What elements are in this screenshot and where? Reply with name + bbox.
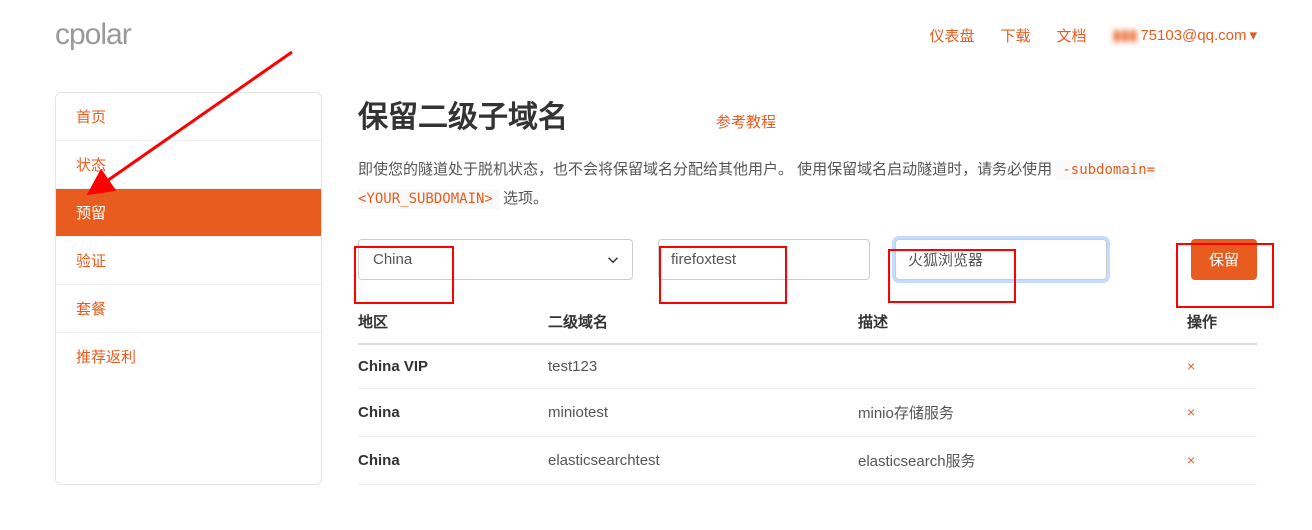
reserve-form: China 保留 — [358, 239, 1257, 280]
cell-subdomain: miniotest — [548, 389, 858, 437]
table-row: China miniotest minio存储服务 × — [358, 389, 1257, 437]
sidebar-item-status[interactable]: 状态 — [56, 141, 321, 189]
table-row: China VIP test123 × — [358, 344, 1257, 389]
logo: cpolar — [55, 18, 131, 52]
th-region: 地区 — [358, 300, 548, 344]
reserved-table: 地区 二级域名 描述 操作 China VIP test123 × China … — [358, 300, 1257, 485]
cell-subdomain: test123 — [548, 344, 858, 389]
delete-button[interactable]: × — [1187, 404, 1195, 420]
nav-download[interactable]: 下载 — [1001, 25, 1031, 46]
description: 即使您的隧道处于脱机状态，也不会将保留域名分配给其他用户。 使用保留域名启动隧道… — [358, 156, 1257, 213]
tutorial-link[interactable]: 参考教程 — [716, 111, 776, 132]
cell-desc: elasticsearch服务 — [858, 437, 1187, 485]
sidebar-item-verify[interactable]: 验证 — [56, 237, 321, 285]
delete-button[interactable]: × — [1187, 452, 1195, 468]
sidebar-item-reserved[interactable]: 预留 — [56, 189, 321, 237]
cell-subdomain: elasticsearchtest — [548, 437, 858, 485]
page-title: 保留二级子域名 — [358, 92, 568, 136]
user-email-obscured: ▮▮▮ — [1113, 26, 1138, 44]
header: cpolar 仪表盘 下载 文档 ▮▮▮75103@qq.com ▾ — [0, 0, 1312, 64]
th-desc: 描述 — [858, 300, 1187, 344]
sidebar-item-plan[interactable]: 套餐 — [56, 285, 321, 333]
th-op: 操作 — [1187, 300, 1257, 344]
region-select[interactable]: China — [358, 239, 633, 280]
sidebar-item-home[interactable]: 首页 — [56, 93, 321, 141]
cell-region: China VIP — [358, 344, 548, 389]
th-subdomain: 二级域名 — [548, 300, 858, 344]
nav-docs[interactable]: 文档 — [1057, 25, 1087, 46]
top-nav: 仪表盘 下载 文档 ▮▮▮75103@qq.com ▾ — [930, 25, 1257, 46]
sidebar-item-referral[interactable]: 推荐返利 — [56, 333, 321, 380]
cell-region: China — [358, 437, 548, 485]
description-input[interactable] — [895, 239, 1107, 280]
user-email-visible: 75103@qq.com — [1140, 27, 1246, 44]
table-row: China elasticsearchtest elasticsearch服务 … — [358, 437, 1257, 485]
nav-dashboard[interactable]: 仪表盘 — [930, 25, 975, 46]
desc-text-before: 即使您的隧道处于脱机状态，也不会将保留域名分配给其他用户。 使用保留域名启动隧道… — [358, 161, 1056, 178]
delete-button[interactable]: × — [1187, 358, 1195, 374]
cell-region: China — [358, 389, 548, 437]
desc-text-after: 选项。 — [499, 190, 548, 207]
content: 保留二级子域名 参考教程 即使您的隧道处于脱机状态，也不会将保留域名分配给其他用… — [358, 92, 1257, 485]
subdomain-input[interactable] — [658, 239, 870, 280]
sidebar: 首页 状态 预留 验证 套餐 推荐返利 — [55, 92, 322, 485]
chevron-down-icon: ▾ — [1249, 26, 1257, 44]
nav-user-menu[interactable]: ▮▮▮75103@qq.com ▾ — [1113, 26, 1257, 44]
cell-desc — [858, 344, 1187, 389]
cell-desc: minio存储服务 — [858, 389, 1187, 437]
reserve-button[interactable]: 保留 — [1191, 239, 1257, 280]
